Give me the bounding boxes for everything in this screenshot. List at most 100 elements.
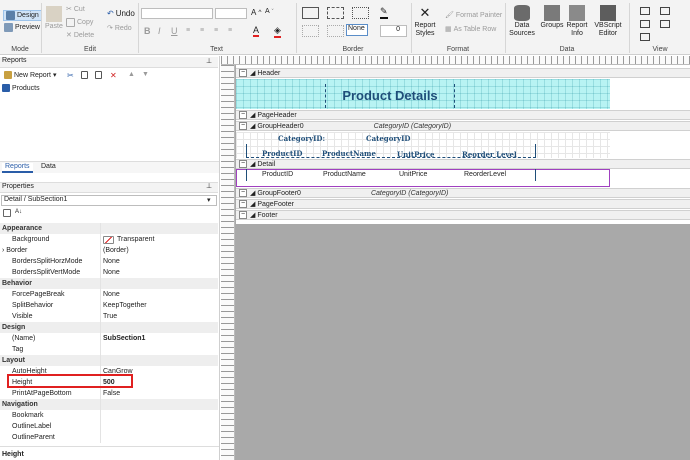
zoom-in-icon[interactable] xyxy=(660,7,670,15)
collapse-icon[interactable]: − xyxy=(239,211,247,219)
fill-color-button[interactable]: ◈ xyxy=(274,25,281,38)
band-group-footer[interactable]: − ◢ GroupFooter0 CategoryID (CategoryID) xyxy=(236,188,690,198)
pin-icon[interactable]: ⊥ xyxy=(206,57,212,65)
property-row-splitbehavior[interactable]: SplitBehavior KeepTogether xyxy=(0,300,218,311)
design-button[interactable]: Design xyxy=(3,10,42,21)
brush-icon: 🖌 xyxy=(445,12,454,19)
property-row-printatpagebottom[interactable]: PrintAtPageBottom False xyxy=(0,388,218,399)
grow-font-button[interactable]: A ^ xyxy=(251,8,261,17)
expand-icon[interactable]: › xyxy=(2,247,4,254)
report-list-item-products[interactable]: Products xyxy=(2,84,40,92)
border-style-combo[interactable]: None xyxy=(346,24,368,36)
property-row-visible[interactable]: Visible True xyxy=(0,311,218,322)
property-category[interactable]: Navigation xyxy=(0,399,218,410)
property-row-outlinelabel[interactable]: OutlineLabel xyxy=(0,421,218,432)
properties-pin-icon[interactable]: ⊥ xyxy=(206,182,212,190)
zoom-out-icon[interactable] xyxy=(660,20,670,28)
band-header[interactable]: − ◢ Header xyxy=(236,68,690,78)
property-row-name[interactable]: (Name) SubSection1 xyxy=(0,333,218,344)
property-row-bordersvert[interactable]: BordersSplitVertMode None xyxy=(0,267,218,278)
justify-icon[interactable]: ≡ xyxy=(228,27,232,34)
cut-button[interactable]: ✂ Cut xyxy=(66,5,85,14)
collapse-icon[interactable]: − xyxy=(239,200,247,208)
band-detail[interactable]: − ◢ Detail xyxy=(236,159,690,169)
report-icon xyxy=(2,84,10,92)
font-name-combo[interactable] xyxy=(141,8,213,19)
font-size-combo[interactable] xyxy=(215,8,247,19)
snap-icon[interactable] xyxy=(640,33,650,41)
delete-report-icon[interactable]: ✕ xyxy=(110,71,117,80)
tab-data[interactable]: Data xyxy=(38,163,59,170)
property-row-border[interactable]: › Border (Border) xyxy=(0,245,218,256)
categorized-view-icon[interactable] xyxy=(3,209,11,217)
bold-button[interactable]: B xyxy=(144,26,151,36)
collapse-icon[interactable]: − xyxy=(239,69,247,77)
as-table-row-button[interactable]: ▦ As Table Row xyxy=(445,25,496,34)
category-label-field[interactable]: CategoryID: xyxy=(278,134,325,143)
border-dotted-icon[interactable] xyxy=(352,7,369,19)
copy-report-icon[interactable] xyxy=(81,71,88,79)
text-group-label: Text xyxy=(210,46,223,53)
category-value-field[interactable]: CategoryID xyxy=(366,134,410,143)
delete-button[interactable]: ✕ Delete xyxy=(66,31,94,40)
band-group-header[interactable]: − ◢ GroupHeader0 CategoryID (CategoryID) xyxy=(236,121,690,131)
band-page-footer[interactable]: − ◢ PageFooter xyxy=(236,199,690,209)
align-left-icon[interactable]: ≡ xyxy=(186,27,190,34)
ruler-icon[interactable] xyxy=(640,20,650,28)
report-styles-button[interactable]: ✕ Report Styles xyxy=(414,5,436,38)
property-category[interactable]: Design xyxy=(0,322,218,333)
groups-button[interactable]: Groups xyxy=(540,5,564,30)
new-report-button[interactable]: New Report ▾ xyxy=(4,71,56,79)
collapse-icon[interactable]: − xyxy=(239,111,247,119)
band-page-header[interactable]: − ◢ PageHeader xyxy=(236,110,690,120)
collapse-icon[interactable]: − xyxy=(239,189,247,197)
border-width-input[interactable]: 0 xyxy=(380,25,407,37)
tab-reports[interactable]: Reports xyxy=(2,163,33,173)
property-row-tag[interactable]: Tag xyxy=(0,344,218,355)
paint-bucket-icon: ◈ xyxy=(274,25,281,38)
alphabetical-sort-icon[interactable]: A↓ xyxy=(15,209,22,215)
property-row-bordershorz[interactable]: BordersSplitHorzMode None xyxy=(0,256,218,267)
properties-pane-title: Properties xyxy=(0,182,218,193)
border-inner-icon[interactable] xyxy=(302,25,319,37)
copy-button[interactable]: Copy xyxy=(66,18,93,27)
data-sources-button[interactable]: Data Sources xyxy=(509,5,535,38)
collapse-icon[interactable]: − xyxy=(239,160,247,168)
selector-chevron-icon[interactable]: ▾ xyxy=(207,196,211,204)
property-row-background[interactable]: Background Transparent xyxy=(0,234,218,245)
property-row-outlineparent[interactable]: OutlineParent xyxy=(0,432,218,443)
border-outer-icon[interactable] xyxy=(327,25,344,37)
align-center-icon[interactable]: ≡ xyxy=(200,27,204,34)
collapse-icon[interactable]: − xyxy=(239,122,247,130)
font-color-button[interactable]: A xyxy=(253,25,260,37)
preview-button[interactable]: Preview xyxy=(4,23,40,32)
move-down-icon[interactable]: ▼ xyxy=(142,71,149,78)
shrink-font-button[interactable]: Aˇ xyxy=(265,8,274,15)
move-up-icon[interactable]: ▲ xyxy=(128,71,135,78)
border-dashed-icon[interactable] xyxy=(327,7,344,19)
italic-button[interactable]: I xyxy=(158,26,161,36)
grid-icon[interactable] xyxy=(640,7,650,15)
property-row-bookmark[interactable]: Bookmark xyxy=(0,410,218,421)
align-right-icon[interactable]: ≡ xyxy=(214,27,218,34)
property-category[interactable]: Behavior xyxy=(0,278,218,289)
undo-button[interactable]: ↶ Undo xyxy=(107,9,135,18)
paste-button[interactable]: Paste xyxy=(45,6,63,31)
cut-report-icon[interactable]: ✂ xyxy=(67,71,74,80)
report-title-field[interactable]: Product Details xyxy=(325,84,455,108)
triangle-icon: ◢ xyxy=(250,112,256,119)
property-category[interactable]: Layout xyxy=(0,355,218,366)
paste-report-icon[interactable] xyxy=(95,71,102,79)
vbscript-editor-button[interactable]: VBScript Editor xyxy=(593,5,623,38)
band-footer[interactable]: − ◢ Footer xyxy=(236,210,690,220)
line-color-button[interactable]: ✎ xyxy=(380,6,388,19)
redo-button[interactable]: ↷ Redo xyxy=(107,24,132,33)
groups-icon xyxy=(544,5,560,21)
format-painter-button[interactable]: 🖌 Format Painter xyxy=(445,11,502,20)
report-info-button[interactable]: Report Info xyxy=(566,5,588,38)
property-row-forcepagebreak[interactable]: ForcePageBreak None xyxy=(0,289,218,300)
border-box-icon[interactable] xyxy=(302,7,319,19)
object-selector[interactable]: Detail / SubSection1 xyxy=(1,195,217,206)
underline-button[interactable]: U xyxy=(171,26,178,36)
property-category[interactable]: Appearance xyxy=(0,223,218,234)
